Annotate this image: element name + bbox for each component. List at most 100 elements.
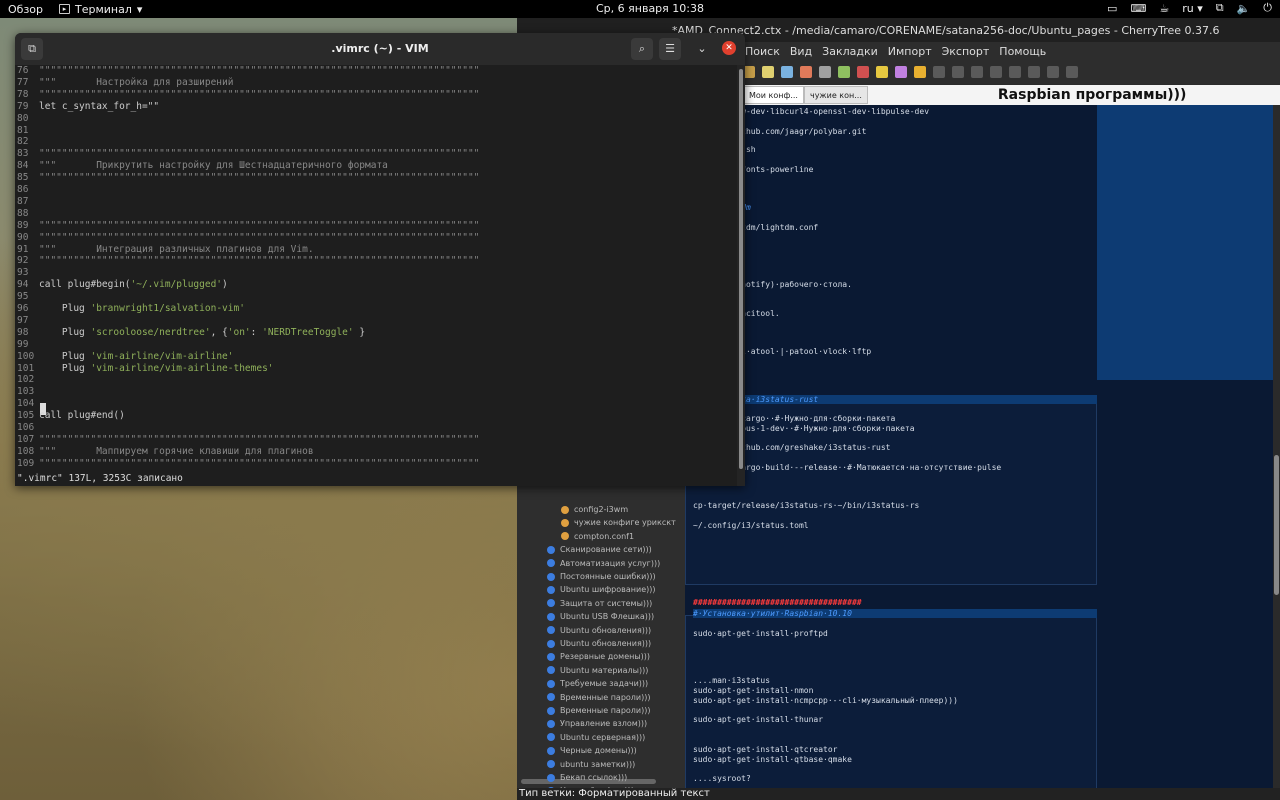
line-text: """"""""""""""""""""""""""""""""""""""""… — [39, 65, 480, 76]
close-icon[interactable]: ✕ — [722, 41, 736, 55]
image-icon[interactable] — [800, 66, 812, 78]
keyboard-icon[interactable]: ⌨ — [1130, 2, 1146, 15]
vim-line: 82 — [17, 136, 39, 148]
vim-line: 78 """"""""""""""""""""""""""""""""""""""… — [17, 89, 479, 101]
table-icon[interactable] — [781, 66, 793, 78]
tree-node-label: Временные пароли))) — [560, 692, 651, 702]
rich-text-editor[interactable]: t-dev·libiw-dev·libcurl4-openssl-dev·lib… — [685, 105, 1273, 788]
tab-my-configs[interactable]: Мои конф... — [743, 86, 804, 104]
language-indicator[interactable]: ru ▾ — [1182, 2, 1203, 15]
tree-node[interactable]: Ubuntu обновления))) — [547, 639, 651, 648]
node-icon — [547, 545, 555, 554]
vim-line: 83 """"""""""""""""""""""""""""""""""""""… — [17, 148, 479, 160]
tree-node[interactable]: ubuntu заметки))) — [547, 760, 635, 769]
editor-vertical-scrollbar[interactable] — [1273, 105, 1280, 788]
node-icon — [547, 760, 555, 769]
paste-icon[interactable] — [762, 66, 774, 78]
tree-node[interactable]: Автоматизация услуг))) — [547, 559, 660, 568]
menu-item[interactable]: Помощь — [999, 45, 1046, 58]
tree-node[interactable]: Управление взлом))) — [547, 719, 647, 728]
tree-node[interactable]: config2-i3wm — [561, 505, 628, 514]
tree-node[interactable]: Постоянные ошибки))) — [547, 572, 656, 581]
vim-line: 102 — [17, 374, 39, 386]
line-text: Plug 'branwright1/salvation-vim' — [39, 303, 245, 314]
hamburger-menu-icon[interactable]: ☰ — [659, 38, 681, 60]
small-icon[interactable] — [990, 66, 1002, 78]
tree-node[interactable]: Ubuntu обновления))) — [547, 626, 651, 635]
vim-line: 99 — [17, 339, 39, 351]
tree-node[interactable]: compton.conf1 — [561, 532, 634, 541]
line-text: """"""""""""""""""""""""""""""""""""""""… — [39, 88, 480, 100]
tree-node[interactable]: Ubuntu материалы))) — [547, 666, 648, 675]
menu-item[interactable]: Импорт — [888, 45, 932, 58]
editor-line: ~/.config/i3/status.toml — [693, 521, 809, 530]
editor-line: sudo·apt-get·install·qtbase·qmake — [693, 755, 852, 764]
tree-node[interactable]: Ubuntu серверная))) — [547, 733, 645, 742]
tree-node[interactable]: Временные пароли))) — [547, 706, 650, 715]
tree-node-label: чужие конфиге урикскт — [574, 518, 676, 528]
heading2-icon[interactable] — [952, 66, 964, 78]
scrollbar-thumb[interactable] — [1274, 455, 1279, 595]
line-number: 91 — [17, 243, 29, 255]
underline-icon[interactable] — [914, 66, 926, 78]
link-icon[interactable] — [838, 66, 850, 78]
menu-item[interactable]: Экспорт — [942, 45, 990, 58]
strikethrough-icon[interactable] — [1066, 66, 1078, 78]
tree-node[interactable]: Бекап ссылок))) — [547, 773, 627, 782]
screen-icon[interactable]: ▭ — [1107, 2, 1117, 15]
tree-node[interactable]: Защита от системы))) — [547, 599, 652, 608]
line-number: 90 — [17, 231, 29, 243]
subscript-icon[interactable] — [1028, 66, 1040, 78]
line-number: 96 — [17, 303, 29, 314]
chevron-down-icon[interactable]: ⌄ — [691, 38, 713, 60]
menu-item[interactable]: Поиск — [745, 45, 780, 58]
tree-node[interactable]: Черные домены))) — [547, 746, 637, 755]
clock[interactable]: Ср, 6 января 10:38 — [596, 2, 704, 15]
monospace-icon[interactable] — [1047, 66, 1059, 78]
tab-foreign-configs[interactable]: чужие кон... — [803, 86, 868, 104]
heading3-icon[interactable] — [971, 66, 983, 78]
node-icon — [547, 693, 555, 702]
tree-node[interactable]: Резервные домены))) — [547, 652, 650, 661]
tree-node-label: Требуемые задачи))) — [560, 679, 649, 689]
vim-line: 79 let c_syntax_for_h="" — [17, 101, 159, 113]
tree-node[interactable]: Требуемые задачи))) — [547, 679, 648, 688]
vim-buffer[interactable]: 76 """"""""""""""""""""""""""""""""""""""… — [15, 65, 737, 486]
leaf-node-icon — [561, 532, 569, 541]
menu-item[interactable]: Вид — [790, 45, 812, 58]
scrollbar-thumb[interactable] — [739, 69, 743, 469]
tree-node-label: Бекап ссылок))) — [560, 773, 628, 782]
menu-item[interactable]: Закладки — [822, 45, 878, 58]
tree-node[interactable]: Ubuntu USB Флешка))) — [547, 612, 654, 621]
tree-node[interactable]: чужие конфиге урикскт — [561, 518, 676, 527]
line-text: """ Настройка для разширений — [39, 76, 234, 88]
vim-line: 76 """"""""""""""""""""""""""""""""""""""… — [17, 65, 479, 77]
node-icon — [547, 639, 555, 648]
tree-node[interactable]: Временные пароли))) — [547, 693, 650, 702]
anchor-icon[interactable] — [857, 66, 869, 78]
line-number: 89 — [17, 219, 29, 231]
attach-icon[interactable] — [819, 66, 831, 78]
tree-node[interactable]: Ubuntu шифрование))) — [547, 585, 656, 594]
weather-icon[interactable]: ☕ — [1159, 2, 1169, 15]
italic-icon[interactable] — [895, 66, 907, 78]
tree-node-label: Управление взлом))) — [560, 719, 648, 729]
line-text: """"""""""""""""""""""""""""""""""""""""… — [39, 219, 480, 231]
app-menu-button[interactable]: ▸ Терминал ▾ — [51, 3, 150, 16]
vim-line: 87 — [17, 196, 39, 208]
activities-button[interactable]: Обзор — [0, 3, 51, 16]
tree-node[interactable]: Сканирование сети))) — [547, 545, 652, 554]
terminal-scrollbar[interactable] — [737, 65, 745, 486]
line-number: 99 — [17, 338, 29, 350]
network-icon[interactable]: ⧉ — [1216, 1, 1224, 15]
superscript-icon[interactable] — [1009, 66, 1021, 78]
heading1-icon[interactable] — [933, 66, 945, 78]
line-number: 93 — [17, 267, 29, 279]
bold-icon[interactable] — [876, 66, 888, 78]
volume-icon[interactable]: 🔈 — [1237, 2, 1251, 15]
power-icon[interactable]: ⏻ — [1263, 1, 1272, 15]
node-icon — [547, 599, 555, 608]
search-icon[interactable]: ⌕ — [631, 38, 653, 60]
line-number: 92 — [17, 255, 29, 267]
line-number: 101 — [17, 362, 35, 374]
